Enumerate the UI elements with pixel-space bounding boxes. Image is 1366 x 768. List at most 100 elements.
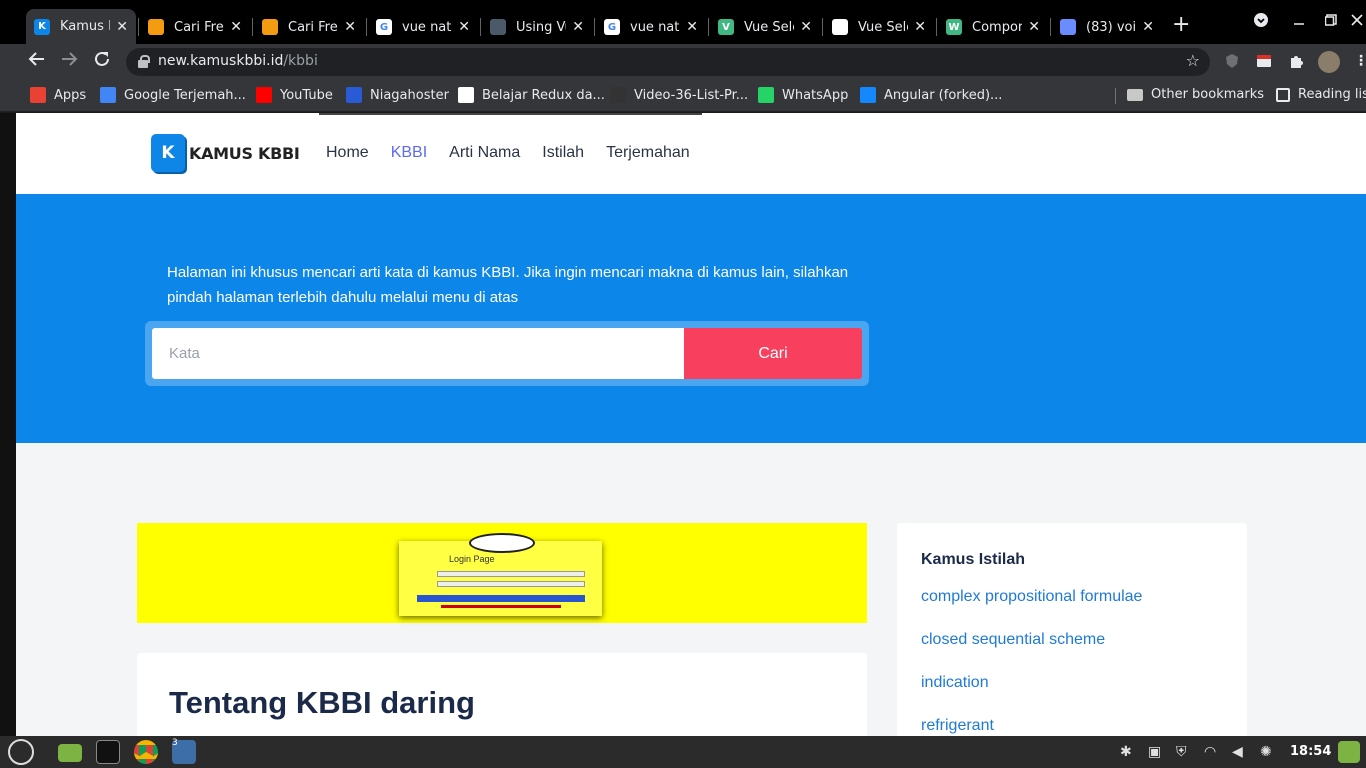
bookmark-label: WhatsApp	[782, 87, 849, 103]
sidebar-title: Kamus Istilah	[921, 551, 1026, 568]
browser-tab[interactable]: Gvue nativ ✕	[368, 10, 478, 44]
medium-icon	[458, 87, 474, 103]
extension-shield-icon[interactable]	[1223, 53, 1241, 71]
back-icon[interactable]	[28, 50, 46, 73]
article-title: Tentang KBBI daring	[169, 685, 475, 720]
bookmark-item[interactable]: Video-36-List-Pr...	[610, 87, 748, 103]
ad-link-line	[441, 605, 561, 608]
browser-tab[interactable]: V Vue Sele ✕	[710, 10, 820, 44]
browser-tab[interactable]: (83) voic ✕	[1052, 10, 1162, 44]
minimize-icon[interactable]	[1293, 14, 1305, 30]
bookmark-item[interactable]: Apps	[30, 87, 86, 103]
tab-separator	[366, 18, 367, 36]
tab-separator	[936, 18, 937, 36]
browser-tab[interactable]: Vue Sele ✕	[824, 10, 934, 44]
bluetooth-icon[interactable]: ✱	[1120, 744, 1132, 760]
tab-close-icon[interactable]: ✕	[116, 19, 128, 35]
mint-menu-icon[interactable]	[8, 739, 34, 765]
forward-icon[interactable]	[60, 50, 78, 73]
tab-label: vue nativ	[402, 19, 452, 35]
tab-close-icon[interactable]: ✕	[1028, 19, 1040, 35]
search-form: Cari	[145, 321, 869, 386]
ad-banner[interactable]: Login Page	[137, 523, 867, 623]
tab-close-icon[interactable]: ✕	[800, 19, 812, 35]
search-input[interactable]	[152, 328, 684, 379]
other-bookmarks-folder[interactable]: Other bookmarks	[1127, 87, 1264, 102]
tab-close-icon[interactable]: ✕	[1142, 19, 1154, 35]
tab-close-icon[interactable]: ✕	[686, 19, 698, 35]
chrome-menu-icon[interactable]: ⋮	[1352, 53, 1366, 71]
reading-list-button[interactable]: Reading list	[1276, 87, 1366, 102]
bookmark-item[interactable]: Google Terjemah...	[100, 87, 246, 103]
bookmark-label: Google Terjemah...	[124, 87, 246, 103]
brightness-icon[interactable]: ✺	[1260, 744, 1272, 760]
new-tab-button[interactable]: +	[1172, 12, 1190, 37]
lock-icon[interactable]	[138, 55, 150, 68]
clock[interactable]: 18:54	[1290, 744, 1331, 759]
google-favicon-icon: G	[604, 19, 620, 35]
extension-card-icon[interactable]	[1255, 53, 1273, 71]
chrome-taskbar-icon[interactable]	[134, 740, 158, 764]
globe-favicon-icon	[832, 19, 848, 35]
browser-tab[interactable]: Cari Free ✕	[254, 10, 364, 44]
volume-icon[interactable]: ◀	[1232, 744, 1243, 760]
hero-description: Halaman ini khusus mencari arti kata di …	[167, 264, 849, 306]
stackblitz-icon	[860, 87, 876, 103]
whatsapp-icon	[758, 87, 774, 103]
bookmark-item[interactable]: Angular (forked)...	[860, 87, 1002, 103]
bookmark-item[interactable]: YouTube	[256, 87, 333, 103]
nav-home[interactable]: Home	[326, 144, 369, 162]
nav-kbbi[interactable]: KBBI	[391, 144, 427, 162]
sidebar-term-link[interactable]: complex propositional formulae	[921, 588, 1142, 606]
url-text[interactable]: new.kamuskbbi.id/kbbi	[158, 53, 318, 69]
tab-close-icon[interactable]: ✕	[572, 19, 584, 35]
site-logo[interactable]: K KAMUS KBBI	[151, 134, 300, 172]
browser-tab[interactable]: W Compor ✕	[938, 10, 1048, 44]
sidebar-term-link[interactable]: indication	[921, 674, 989, 692]
files-folder-icon[interactable]	[58, 744, 82, 762]
tab-close-icon[interactable]: ✕	[458, 19, 470, 35]
profile-avatar[interactable]	[1318, 51, 1340, 73]
tab-close-icon[interactable]: ✕	[914, 19, 926, 35]
close-window-icon[interactable]	[1351, 14, 1363, 30]
address-bar[interactable]: new.kamuskbbi.id/kbbi ☆	[126, 48, 1210, 76]
tab-search-icon[interactable]	[1254, 13, 1268, 31]
google-translate-icon	[100, 87, 116, 103]
browser-tab[interactable]: K Kamus K ✕	[26, 9, 136, 44]
web-page: K KAMUS KBBI Home KBBI Arti Nama Istilah…	[16, 113, 1366, 736]
maximize-icon[interactable]	[1324, 14, 1337, 30]
nav-arti-nama[interactable]: Arti Nama	[449, 144, 520, 162]
taskbar-badge: 3	[172, 738, 178, 748]
tab-close-icon[interactable]: ✕	[230, 19, 242, 35]
reading-list-icon	[1276, 87, 1290, 102]
nav-terjemahan[interactable]: Terjemahan	[606, 144, 690, 162]
os-taskbar: 3 ✱ ▣ ⛨ ◠ ◀ ✺ 18:54	[0, 736, 1366, 768]
show-desktop-icon[interactable]	[1338, 741, 1360, 763]
search-button[interactable]: Cari	[684, 328, 862, 379]
tab-separator	[138, 18, 139, 36]
wifi-icon[interactable]: ◠	[1204, 744, 1216, 760]
reload-icon[interactable]	[93, 50, 111, 73]
tab-close-icon[interactable]: ✕	[344, 19, 356, 35]
sidebar-term-link[interactable]: closed sequential scheme	[921, 631, 1105, 649]
browser-tab[interactable]: Gvue nativ ✕	[596, 10, 706, 44]
bookmark-label: Belajar Redux da...	[482, 87, 605, 103]
terminal-icon[interactable]	[96, 740, 120, 764]
bookmarks-divider	[1115, 88, 1116, 104]
bookmark-item[interactable]: Belajar Redux da...	[458, 87, 605, 103]
browser-tab[interactable]: Using Vu ✕	[482, 10, 592, 44]
tab-label: Vue Sele	[744, 19, 794, 35]
vue-favicon-icon: V	[718, 19, 734, 35]
nav-istilah[interactable]: Istilah	[542, 144, 584, 162]
extensions-puzzle-icon[interactable]	[1287, 53, 1305, 71]
tab-label: Cari Free	[288, 19, 338, 35]
bookmark-item[interactable]: Niagahoster	[346, 87, 449, 103]
clipboard-icon[interactable]: ▣	[1148, 744, 1161, 760]
bookmarks-bar: Other bookmarks Reading list Apps Google …	[0, 80, 1366, 112]
browser-tab[interactable]: Cari Free ✕	[140, 10, 250, 44]
bookmark-item[interactable]: WhatsApp	[758, 87, 848, 103]
bookmark-star-icon[interactable]: ☆	[1186, 51, 1200, 70]
google-favicon-icon: G	[376, 19, 392, 35]
sidebar-term-link[interactable]: refrigerant	[921, 717, 994, 735]
shield-icon[interactable]: ⛨	[1176, 744, 1187, 760]
